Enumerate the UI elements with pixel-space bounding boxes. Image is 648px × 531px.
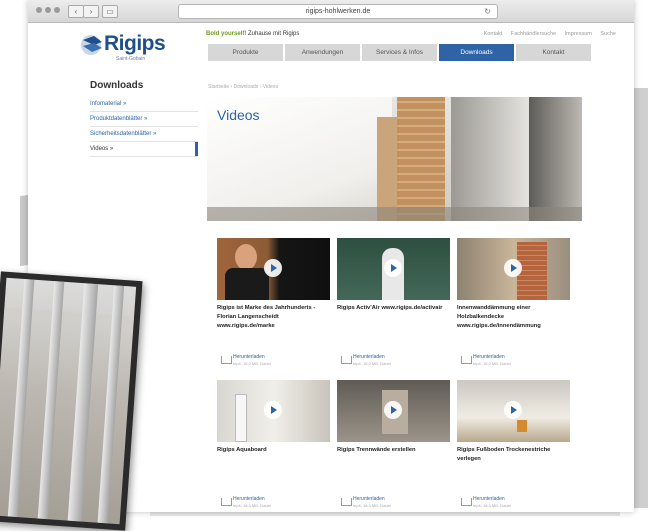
minimize-window-icon[interactable] <box>45 7 51 13</box>
browser-titlebar: ‹ › ▭ rigips-hohlwerken.de ↻ <box>28 0 634 23</box>
thumbnail-brick <box>517 242 547 300</box>
video-card[interactable]: Rigips ist Marke des Jahrhunderts - Flor… <box>217 238 330 378</box>
download-icon <box>221 356 232 364</box>
thumbnail-bucket <box>517 420 527 432</box>
util-link-impressum[interactable]: Impressum <box>565 31 592 37</box>
download-icon <box>461 356 472 364</box>
video-title[interactable]: Rigips Trennwände erstellen <box>337 446 450 455</box>
download-icon <box>461 498 472 506</box>
video-card[interactable]: Rigips Trennwände erstellen Herunterlade… <box>337 380 450 512</box>
rigips-logo[interactable]: Rigips Saint-Gobain <box>80 32 170 64</box>
sidebar-title: Downloads <box>90 80 144 91</box>
video-card[interactable]: Innenwanddämmung einer Holzbalkendecke w… <box>457 238 570 378</box>
video-title[interactable]: Rigips ist Marke des Jahrhunderts - Flor… <box>217 304 330 331</box>
breadcrumb[interactable]: Startseite › Downloads › Videos <box>208 84 278 90</box>
hero-banner: Videos <box>207 97 582 221</box>
nav-tab-services[interactable]: Services & Infos <box>362 44 437 61</box>
video-card[interactable]: Rigips Activ'Air www.rigips.de/activair … <box>337 238 450 378</box>
nav-tab-produkte[interactable]: Produkte <box>208 44 283 61</box>
download-link[interactable]: Herunterladen mp4, 18,0 MB, Dauer <box>457 353 570 369</box>
download-meta: mp4, 18,0 MB, Dauer <box>233 361 272 366</box>
download-meta: mp4, 18,0 MB, Dauer <box>233 503 272 508</box>
hero-title: Videos <box>217 107 260 123</box>
download-icon <box>341 498 352 506</box>
video-thumbnail[interactable] <box>337 238 450 300</box>
download-label[interactable]: Herunterladen <box>353 496 385 502</box>
nav-tab-downloads[interactable]: Downloads <box>439 44 514 61</box>
slogan: Bold yourself! Zuhause mit Rigips <box>206 31 299 37</box>
close-window-icon[interactable] <box>36 7 42 13</box>
nav-tab-anwendungen[interactable]: Anwendungen <box>285 44 360 61</box>
address-bar[interactable]: rigips-hohlwerken.de ↻ <box>178 4 498 19</box>
utility-links: Kontakt Fachhändlersuche Impressum Suche <box>477 31 616 37</box>
play-icon[interactable] <box>384 401 402 419</box>
download-label[interactable]: Herunterladen <box>233 354 265 360</box>
sidebar: Downloads Infomaterial » Produktdatenblä… <box>90 80 198 157</box>
video-thumbnail[interactable] <box>457 238 570 300</box>
reload-icon[interactable]: ↻ <box>484 5 491 18</box>
nav-tab-kontakt[interactable]: Kontakt <box>516 44 591 61</box>
video-card[interactable]: Rigips Fußboden Trockenestriche verlegen… <box>457 380 570 512</box>
video-thumbnail[interactable] <box>457 380 570 442</box>
video-title[interactable]: Innenwanddämmung einer Holzbalkendecke w… <box>457 304 570 331</box>
back-arrow-icon[interactable]: ‹ <box>68 5 84 18</box>
download-meta: mp4, 18,0 MB, Dauer <box>353 361 392 366</box>
download-link[interactable]: Herunterladen mp4, 18,0 MB, Dauer <box>217 495 330 511</box>
slogan-text: Zuhause mit Rigips <box>248 31 300 37</box>
download-icon <box>221 498 232 506</box>
download-link[interactable]: Herunterladen mp4, 18,0 MB, Dauer <box>457 495 570 511</box>
slogan-highlight: Bold yourself! <box>206 31 247 37</box>
download-label[interactable]: Herunterladen <box>233 496 265 502</box>
logo-tagline: Saint-Gobain <box>116 56 146 62</box>
video-thumbnail[interactable] <box>217 238 330 300</box>
video-title[interactable]: Rigips Activ'Air www.rigips.de/activair <box>337 304 450 313</box>
util-link-suche[interactable]: Suche <box>600 31 616 37</box>
download-meta: mp4, 18,0 MB, Dauer <box>473 503 512 508</box>
video-title[interactable]: Rigips Fußboden Trockenestriche verlegen <box>457 446 570 464</box>
sidebar-item-infomaterial[interactable]: Infomaterial » <box>90 97 198 112</box>
play-icon[interactable] <box>504 401 522 419</box>
hero-brick-wall <box>397 97 445 221</box>
play-icon[interactable] <box>504 259 522 277</box>
thumbnail-suit <box>225 268 269 300</box>
hero-dark-room <box>529 97 582 221</box>
sidebar-item-produktdatenblaetter[interactable]: Produktdatenblätter » <box>90 112 198 127</box>
sidebar-item-videos[interactable]: Videos » <box>90 142 198 157</box>
download-meta: mp4, 18,0 MB, Dauer <box>473 361 512 366</box>
util-link-haendler[interactable]: Fachhändlersuche <box>511 31 556 37</box>
play-icon[interactable] <box>264 259 282 277</box>
play-icon[interactable] <box>264 401 282 419</box>
download-label[interactable]: Herunterladen <box>473 496 505 502</box>
overlay-photo-image <box>0 277 137 525</box>
download-link[interactable]: Herunterladen mp4, 18,0 MB, Dauer <box>337 353 450 369</box>
video-thumbnail[interactable] <box>217 380 330 442</box>
url-text: rigips-hohlwerken.de <box>305 8 371 15</box>
hero-brick-edge <box>377 117 399 221</box>
maximize-window-icon[interactable] <box>54 7 60 13</box>
hero-drywall <box>451 97 529 221</box>
sidebar-toggle-icon[interactable]: ▭ <box>102 5 118 18</box>
video-thumbnail[interactable] <box>337 380 450 442</box>
video-title[interactable]: Rigips Aquaboard <box>217 446 330 455</box>
play-icon[interactable] <box>384 259 402 277</box>
download-link[interactable]: Herunterladen mp4, 18,0 MB, Dauer <box>217 353 330 369</box>
sidebar-item-sicherheitsdatenblaetter[interactable]: Sicherheitsdatenblätter » <box>90 127 198 142</box>
logo-mark-icon <box>81 35 102 55</box>
main-navigation: Produkte Anwendungen Services & Infos Do… <box>208 44 593 61</box>
download-meta: mp4, 18,0 MB, Dauer <box>353 503 392 508</box>
download-label[interactable]: Herunterladen <box>353 354 385 360</box>
download-label[interactable]: Herunterladen <box>473 354 505 360</box>
video-card[interactable]: Rigips Aquaboard Herunterladen mp4, 18,0… <box>217 380 330 512</box>
util-link-kontakt[interactable]: Kontakt <box>484 31 503 37</box>
thumbnail-person <box>235 244 257 270</box>
download-link[interactable]: Herunterladen mp4, 18,0 MB, Dauer <box>337 495 450 511</box>
hero-floor <box>207 207 582 221</box>
forward-arrow-icon[interactable]: › <box>83 5 99 18</box>
logo-text: Rigips <box>104 32 166 55</box>
overlay-photo-frame <box>0 271 143 531</box>
thumbnail-worker <box>235 394 247 442</box>
download-icon <box>341 356 352 364</box>
